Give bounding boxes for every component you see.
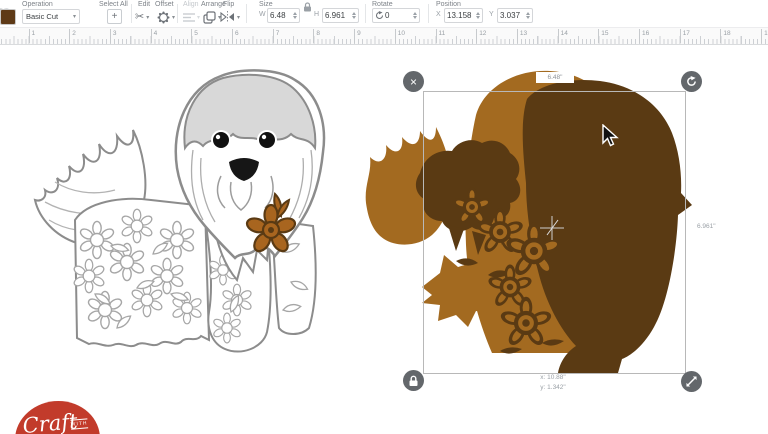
edit-button[interactable]: ✂ ▾ xyxy=(135,9,149,25)
offset-icon xyxy=(157,11,170,24)
ruler-number: 1 xyxy=(29,29,36,43)
selection-y-label: y: 1.342" xyxy=(540,384,565,391)
chevron-down-icon: ▾ xyxy=(237,14,240,21)
ruler-number: 8 xyxy=(313,29,320,43)
flip-button[interactable]: ▾ xyxy=(220,9,240,25)
ruler-number: 4 xyxy=(151,29,158,43)
position-x-input[interactable] xyxy=(447,11,475,20)
ruler-number: 18 xyxy=(720,29,730,43)
selection-height-label: 6.961" xyxy=(697,223,716,230)
selection-width-label: 6.48" xyxy=(536,72,574,83)
dog-eye-left xyxy=(213,132,229,148)
arrange-button[interactable]: ▾ xyxy=(203,9,221,25)
align-button[interactable]: ▾ xyxy=(183,9,200,25)
flip-icon xyxy=(220,11,235,23)
ruler-number: 3 xyxy=(110,29,117,43)
dog-design-white[interactable] xyxy=(25,50,355,375)
offset-label: Offset xyxy=(155,1,174,8)
ruler-number: 16 xyxy=(639,29,649,43)
y-prefix: Y xyxy=(489,11,494,18)
select-all-label: Select All xyxy=(99,1,128,8)
height-prefix: H xyxy=(314,11,319,18)
scissors-icon: ✂ xyxy=(135,12,144,23)
arrange-icon xyxy=(203,11,216,24)
edit-label: Edit xyxy=(138,1,150,8)
width-prefix: W xyxy=(259,11,266,18)
chevron-down-icon: ▾ xyxy=(73,13,76,20)
lock-icon xyxy=(408,375,419,387)
selection-x-label: x: 10.88" xyxy=(540,374,565,381)
position-y-field[interactable] xyxy=(497,8,533,23)
delete-handle[interactable]: × xyxy=(403,71,424,92)
chevron-down-icon: ▾ xyxy=(146,14,149,21)
ruler-number: 6 xyxy=(232,29,239,43)
rotate-handle[interactable] xyxy=(681,71,702,92)
ruler-number: 14 xyxy=(558,29,568,43)
stepper-icon[interactable] xyxy=(413,12,417,19)
close-icon: × xyxy=(410,76,417,88)
operation-value: Basic Cut xyxy=(26,12,58,21)
align-icon xyxy=(183,12,195,23)
stepper-icon[interactable] xyxy=(293,12,297,19)
rotate-label: Rotate xyxy=(372,1,393,8)
ruler-number: 19 xyxy=(761,29,768,43)
stepper-icon[interactable] xyxy=(526,12,530,19)
ruler-number: 9 xyxy=(354,29,361,43)
ruler-number: 15 xyxy=(598,29,608,43)
stepper-icon[interactable] xyxy=(476,12,480,19)
toolbar-divider xyxy=(365,4,366,23)
toolbar-divider xyxy=(177,4,178,23)
resize-arrows-icon xyxy=(686,376,697,387)
chevron-down-icon: ▾ xyxy=(197,14,200,21)
position-x-field[interactable] xyxy=(444,8,483,23)
ruler-number: 17 xyxy=(680,29,690,43)
position-label: Position xyxy=(436,1,461,8)
select-all-button[interactable]: + xyxy=(107,9,122,24)
resize-handle[interactable] xyxy=(681,371,702,392)
ruler-number: 12 xyxy=(476,29,486,43)
mouse-cursor xyxy=(602,124,619,148)
rotate-icon xyxy=(375,11,384,20)
operation-dropdown[interactable]: Basic Cut ▾ xyxy=(22,9,80,24)
horizontal-ruler: 12345678910111213141516171819 xyxy=(0,27,768,45)
rotate-arrow-icon xyxy=(686,76,697,87)
width-field[interactable] xyxy=(267,8,300,23)
offset-button[interactable]: ▾ xyxy=(157,9,175,25)
operation-label: Operation xyxy=(22,1,53,8)
app-window: Operation Basic Cut ▾ Select All + Edit … xyxy=(0,0,768,434)
height-field[interactable] xyxy=(322,8,359,23)
chevron-down-icon: ▾ xyxy=(172,14,175,21)
plus-icon: + xyxy=(112,12,118,22)
x-prefix: X xyxy=(436,11,441,18)
ruler-number: 5 xyxy=(191,29,198,43)
rotate-input[interactable] xyxy=(385,11,412,20)
align-label: Align xyxy=(183,1,199,8)
lock-aspect-icon[interactable] xyxy=(303,2,312,12)
toolbar-divider xyxy=(428,4,429,23)
width-input[interactable] xyxy=(270,11,292,20)
stepper-icon[interactable] xyxy=(352,12,356,19)
ruler-number: 13 xyxy=(517,29,527,43)
flip-label: Flip xyxy=(223,1,234,8)
toolbar-divider xyxy=(246,4,247,23)
ruler-number: 2 xyxy=(69,29,76,43)
edit-toolbar: Operation Basic Cut ▾ Select All + Edit … xyxy=(0,0,768,27)
logo-word-with: with xyxy=(70,418,88,429)
ruler-number: 11 xyxy=(436,29,446,43)
color-swatch[interactable] xyxy=(0,9,16,25)
ruler-number: 10 xyxy=(395,29,405,43)
craft-with-sarah-logo: Craft with Sarah xyxy=(12,397,103,434)
dog-eye-right xyxy=(259,132,275,148)
lock-handle[interactable] xyxy=(403,370,424,391)
dog-body-mandala xyxy=(73,199,209,346)
position-y-input[interactable] xyxy=(500,11,525,20)
size-label: Size xyxy=(259,1,273,8)
height-input[interactable] xyxy=(325,11,351,20)
ruler-number: 7 xyxy=(273,29,280,43)
rotate-field[interactable] xyxy=(372,8,420,23)
toolbar-divider xyxy=(131,4,132,23)
center-crosshair-icon xyxy=(538,214,566,242)
